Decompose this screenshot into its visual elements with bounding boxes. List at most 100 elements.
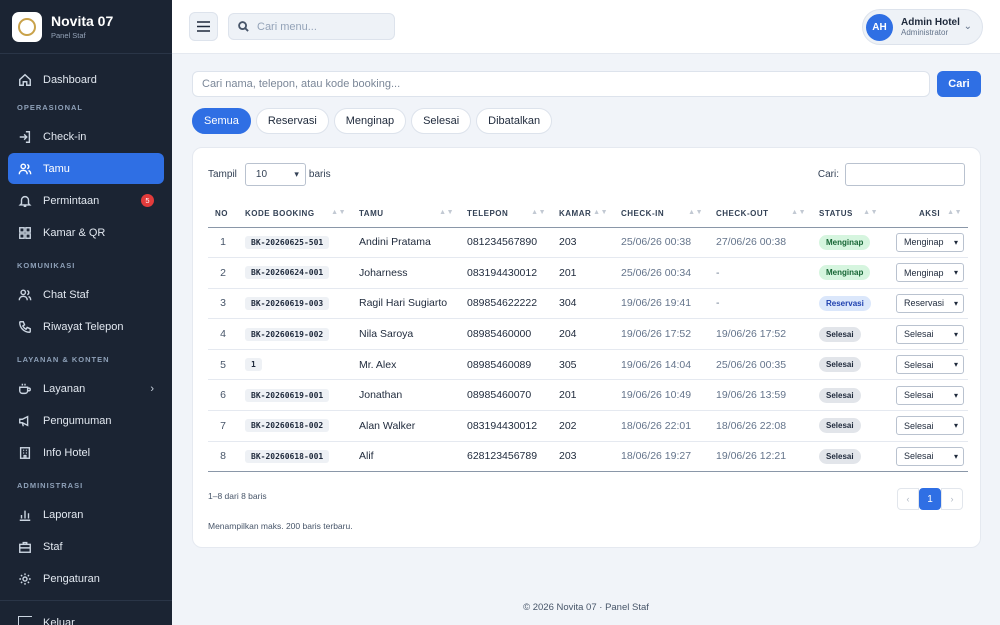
menu-search-input[interactable]: Cari menu... [228,13,395,40]
page-length-value: 10 [255,169,268,180]
prev-page-button[interactable]: ‹ [897,488,919,510]
status-action-select[interactable]: Menginap ▾ [896,263,964,283]
page-button[interactable]: 1 [919,488,941,510]
status-badge: Selesai [819,326,861,342]
sidebar-item-kamar[interactable]: Kamar & QR [8,217,164,248]
chevron-down-icon: ▾ [953,298,958,308]
sidebar-item-info-hotel[interactable]: Info Hotel [8,437,164,468]
booking-search-input[interactable]: Cari nama, telepon, atau kode booking... [192,71,930,97]
guest-name: Andini Pratama [352,227,460,259]
status-badge: Selesai [819,448,861,464]
sort-icon: ▲▼ [688,209,703,216]
action-value: Selesai [904,329,934,340]
next-page-button[interactable]: › [941,488,963,510]
guest-table: NO KODE BOOKING ▲▼ TAMU ▲▼ TELEPON ▲▼ KAMAR… [208,200,968,473]
checkin-time: 18/06/26 22:01 [614,410,709,442]
sidebar-item-label: Info Hotel [43,446,91,459]
sidebar-item-riwayat-telepon[interactable]: Riwayat Telepon [8,311,164,342]
action-value: Selesai [904,420,934,431]
status-action-select[interactable]: Selesai ▾ [896,355,964,375]
guest-name: Alan Walker [352,410,460,442]
row-number: 4 [208,318,238,350]
sidebar-item-checkin[interactable]: Check-in [8,121,164,152]
booking-code-cell: BK-20260618-002 [238,410,352,442]
sidebar-item-chat[interactable]: Chat Staf [8,279,164,310]
row-number: 1 [208,227,238,259]
page-length-select[interactable]: 10 ▾ [244,163,306,186]
hamburger-menu-button[interactable] [189,12,218,41]
status-action-select[interactable]: Selesai ▾ [896,416,964,436]
tab-reservasi[interactable]: Reservasi [255,108,329,134]
row-number: 7 [208,410,238,442]
sidebar-item-permintaan[interactable]: Permintaan 5 [8,185,164,216]
user-menu[interactable]: AH Admin Hotel Administrator ⌄ [862,9,983,45]
column-header-label: CHECK-OUT [716,208,769,218]
column-header[interactable]: KODE BOOKING ▲▼ [238,200,352,228]
column-header[interactable]: NO [208,200,238,228]
sidebar-item-pengumuman[interactable]: Pengumuman [8,405,164,436]
sidebar-item-laporan[interactable]: Laporan [8,499,164,530]
action-value: Menginap [904,267,944,278]
column-header[interactable]: AKSI ▲▼ [884,200,968,228]
room-number: 203 [552,441,614,473]
sidebar-item-tamu[interactable]: Tamu [8,153,164,184]
chevron-down-icon: ▾ [953,237,958,247]
tab-dibatalkan[interactable]: Dibatalkan [476,108,553,134]
booking-code: 1 [245,358,262,372]
tab-menginap[interactable]: Menginap [333,108,407,134]
sidebar-item-dashboard[interactable]: Dashboard [8,64,164,95]
bar-chart-icon [18,508,32,522]
status-action-select[interactable]: Selesai ▾ [896,324,964,344]
table-row: 7 BK-20260618-002 Alan Walker 083194430012 2… [208,410,968,442]
sort-icon: ▲▼ [439,209,454,216]
action-cell: Menginap ▾ [884,227,968,259]
show-label: Tampil [208,169,237,180]
checkout-time: 25/06/26 00:35 [709,349,812,381]
users-icon [18,162,32,176]
action-cell: Selesai ▾ [884,318,968,350]
sort-icon: ▲▼ [791,209,806,216]
sidebar-item-layanan[interactable]: Layanan › [8,373,164,404]
table-filter-input[interactable] [845,163,965,186]
sidebar-nav: Dashboard OPERASIONAL Check-in Tamu Perm… [8,64,164,594]
brand-subtitle: Panel Staf [51,30,86,40]
table-row: 5 1 Mr. Alex 08985460089 305 19/06/26 14:04 25… [208,349,968,381]
room-number: 201 [552,379,614,412]
column-header[interactable]: CHECK-IN ▲▼ [614,200,709,228]
column-header[interactable]: TELEPON ▲▼ [460,200,552,228]
logout-button[interactable]: Keluar [18,616,75,625]
status-action-select[interactable]: Selesai ▾ [896,446,964,466]
status-action-select[interactable]: Menginap ▾ [896,232,964,252]
phone-number: 081234567890 [460,227,552,259]
sidebar-item-label: Pengaturan [43,572,100,585]
checkin-time: 19/06/26 17:52 [614,318,709,350]
status-action-select[interactable]: Selesai ▾ [896,385,964,405]
sidebar-item-label: Staf [43,540,63,553]
column-header[interactable]: STATUS ▲▼ [812,200,884,228]
column-header[interactable]: KAMAR ▲▼ [552,200,614,228]
row-number: 2 [208,257,238,289]
sidebar-item-label: Permintaan [43,194,100,207]
sidebar-item-label: Laporan [43,508,84,521]
status-action-select[interactable]: Reservasi ▾ [896,293,964,313]
column-header[interactable]: CHECK-OUT ▲▼ [709,200,812,228]
column-header[interactable]: TAMU ▲▼ [352,200,460,228]
tab-selesai[interactable]: Selesai [411,108,472,134]
sidebar-item-label: Kamar & QR [43,226,106,239]
logout-label: Keluar [43,617,75,625]
user-role: Administrator [901,28,949,37]
sidebar-item-staf[interactable]: Staf [8,531,164,562]
checkout-time: 19/06/26 12:21 [709,441,812,473]
booking-code-cell: BK-20260619-001 [238,379,352,412]
checkin-time: 19/06/26 14:04 [614,349,709,381]
table-filter-control: Cari: [818,163,965,186]
phone-icon [18,320,32,334]
tab-semua[interactable]: Semua [192,108,251,134]
action-value: Selesai [904,451,934,462]
menu-icon [197,21,210,32]
sidebar-item-pengaturan[interactable]: Pengaturan [8,563,164,594]
sort-icon: ▲▼ [531,209,546,216]
guest-name: Mr. Alex [352,349,460,381]
search-button[interactable]: Cari [937,71,981,97]
sort-icon: ▲▼ [593,209,608,216]
